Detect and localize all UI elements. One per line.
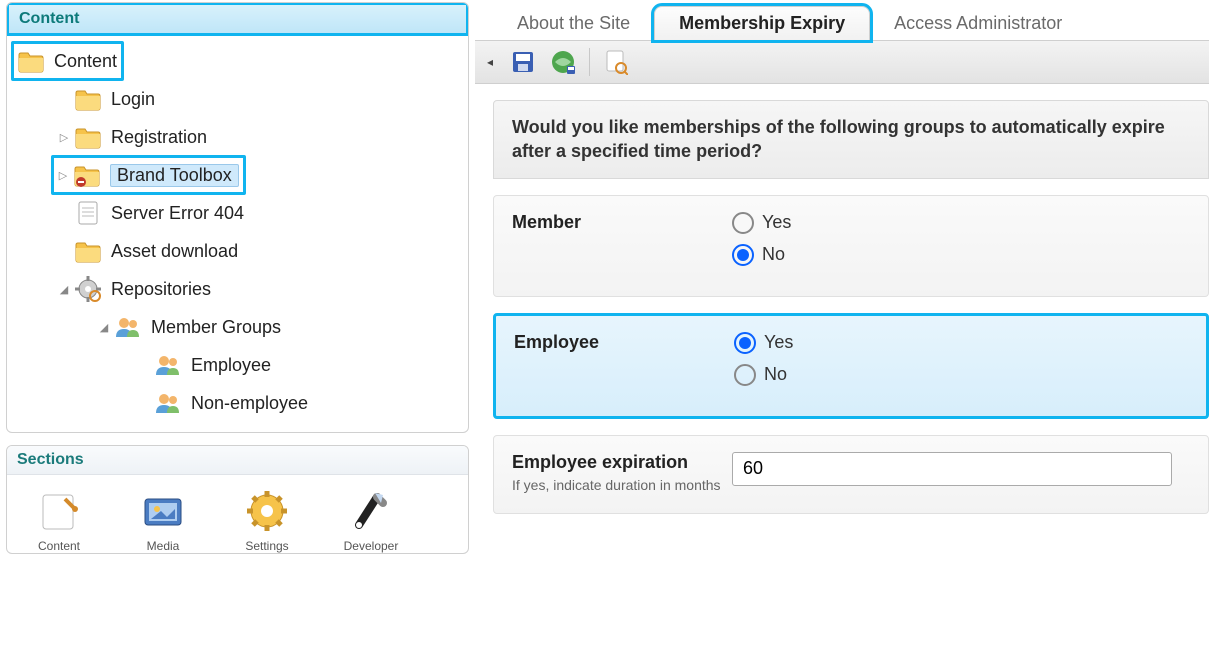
section-label: Settings <box>245 539 288 553</box>
tabs: About the SiteMembership ExpiryAccess Ad… <box>475 2 1209 40</box>
sections-grid: Content Media Settings Developer <box>7 475 468 553</box>
section-label: Content <box>38 539 80 553</box>
folder-icon <box>73 122 103 152</box>
folder-restricted-icon <box>72 160 102 190</box>
folder-icon <box>73 236 103 266</box>
expiration-label: Employee expiration If yes, indicate dur… <box>512 452 732 493</box>
group-block-employee: Employee Yes No <box>493 313 1209 419</box>
radio-member-no[interactable]: No <box>732 244 791 266</box>
section-developer[interactable]: Developer <box>331 485 411 553</box>
radio-circle-icon <box>734 332 756 354</box>
sections-panel-header: Sections <box>7 446 468 475</box>
save-icon[interactable] <box>509 48 537 76</box>
tree-item-label: Asset download <box>111 241 238 262</box>
tree-item-employee[interactable]: Employee <box>13 346 462 384</box>
tree-item-asset-download[interactable]: Asset download <box>13 232 462 270</box>
tab-about-the-site[interactable]: About the Site <box>493 7 654 40</box>
tree-item-label: Server Error 404 <box>111 203 244 224</box>
content-icon <box>33 485 85 537</box>
preview-icon[interactable] <box>602 48 630 76</box>
page-icon <box>73 198 103 228</box>
section-settings[interactable]: Settings <box>227 485 307 553</box>
gear-icon <box>73 274 103 304</box>
save-publish-icon[interactable] <box>549 48 577 76</box>
expiration-help: If yes, indicate duration in months <box>512 477 732 493</box>
toolbar: ◂ <box>475 40 1209 84</box>
form-question: Would you like memberships of the follow… <box>493 100 1209 179</box>
tree-item-label: Non-employee <box>191 393 308 414</box>
expiration-input[interactable] <box>732 452 1172 486</box>
radio-member-yes[interactable]: Yes <box>732 212 791 234</box>
tree-item-brand-toolbox[interactable]: ▷ Brand Toolbox <box>13 156 462 194</box>
group-label: Member <box>512 212 732 276</box>
tree-item-content[interactable]: Content <box>13 42 462 80</box>
group-block-member: Member Yes No <box>493 195 1209 297</box>
tree-item-label: Repositories <box>111 279 211 300</box>
tree-item-label: Brand Toolbox <box>110 164 239 187</box>
tree-item-login[interactable]: Login <box>13 80 462 118</box>
media-icon <box>137 485 189 537</box>
content-panel: Content Content Login▷ Registration▷ Bra… <box>6 2 469 433</box>
tree-item-server-error-404[interactable]: Server Error 404 <box>13 194 462 232</box>
sections-panel: Sections Content Media Settings Developer <box>6 445 469 554</box>
expander-icon[interactable]: ◢ <box>97 321 111 334</box>
radio-circle-icon <box>732 212 754 234</box>
tree-item-non-employee[interactable]: Non-employee <box>13 384 462 422</box>
radio-employee-no[interactable]: No <box>734 364 793 386</box>
section-label: Media <box>147 539 180 553</box>
tree-item-label: Member Groups <box>151 317 281 338</box>
toolbar-separator <box>589 48 590 76</box>
tree-item-label: Registration <box>111 127 207 148</box>
expander-icon[interactable]: ▷ <box>56 169 70 182</box>
radio-label: Yes <box>764 332 793 353</box>
people-icon <box>153 350 183 380</box>
tab-access-administrator[interactable]: Access Administrator <box>870 7 1086 40</box>
toolbar-back-arrow[interactable]: ◂ <box>487 55 493 69</box>
tab-membership-expiry[interactable]: Membership Expiry <box>654 6 870 40</box>
radio-label: No <box>764 364 787 385</box>
expander-icon[interactable]: ◢ <box>57 283 71 296</box>
employee-expiration-block: Employee expiration If yes, indicate dur… <box>493 435 1209 514</box>
section-content[interactable]: Content <box>19 485 99 553</box>
folder-icon <box>16 46 46 76</box>
content-panel-header: Content <box>6 2 469 36</box>
form-area: Would you like memberships of the follow… <box>475 84 1209 514</box>
settings-icon <box>241 485 293 537</box>
tree-item-registration[interactable]: ▷ Registration <box>13 118 462 156</box>
tree-item-repositories[interactable]: ◢ Repositories <box>13 270 462 308</box>
tree-item-label: Login <box>111 89 155 110</box>
tree-item-label: Employee <box>191 355 271 376</box>
expander-icon[interactable]: ▷ <box>57 131 71 144</box>
section-label: Developer <box>344 539 399 553</box>
radio-label: No <box>762 244 785 265</box>
radio-circle-icon <box>732 244 754 266</box>
content-tree: Content Login▷ Registration▷ Brand Toolb… <box>7 36 468 432</box>
group-label: Employee <box>514 332 734 396</box>
tree-item-label: Content <box>54 51 117 72</box>
radio-circle-icon <box>734 364 756 386</box>
developer-icon <box>345 485 397 537</box>
tree-item-member-groups[interactable]: ◢ Member Groups <box>13 308 462 346</box>
people-icon <box>113 312 143 342</box>
folder-icon <box>73 84 103 114</box>
people-icon <box>153 388 183 418</box>
radio-label: Yes <box>762 212 791 233</box>
radio-employee-yes[interactable]: Yes <box>734 332 793 354</box>
section-media[interactable]: Media <box>123 485 203 553</box>
